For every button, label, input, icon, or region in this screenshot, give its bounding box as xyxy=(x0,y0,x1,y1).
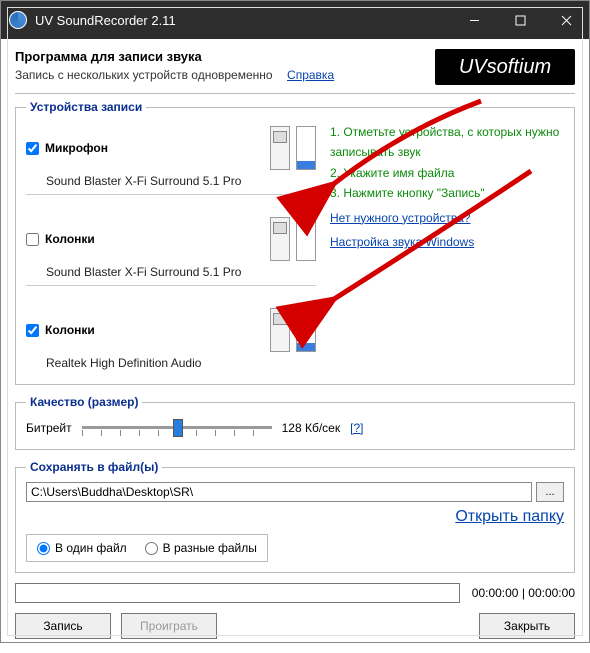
windows-sound-link[interactable]: Настройка звука Windows xyxy=(330,232,564,252)
bitrate-value: 128 Кб/сек xyxy=(282,421,340,435)
save-mode-many[interactable]: В разные файлы xyxy=(145,541,257,555)
bitrate-slider[interactable] xyxy=(82,417,272,439)
device-level-meter xyxy=(296,308,316,352)
bitrate-help-link[interactable]: [?] xyxy=(350,421,363,435)
tip-1: 1. Отметьте устройства, с которых нужно … xyxy=(330,122,564,163)
device-sub: Realtek High Definition Audio xyxy=(46,356,316,370)
device-sub: Sound Blaster X-Fi Surround 5.1 Pro xyxy=(46,265,316,279)
devices-group: Устройства записи Микрофон Sound Blaster … xyxy=(15,100,575,385)
device-volume-slider[interactable] xyxy=(270,126,290,170)
device-volume-slider[interactable] xyxy=(270,308,290,352)
devices-legend: Устройства записи xyxy=(26,100,146,114)
device-checkbox[interactable] xyxy=(26,142,39,155)
save-path-input[interactable] xyxy=(26,482,532,502)
browse-button[interactable]: ... xyxy=(536,482,564,502)
tip-3: 3. Нажмите кнопку "Запись" xyxy=(330,183,564,203)
save-group: Сохранять в файл(ы) ... Открыть папку В … xyxy=(15,460,575,573)
device-sub: Sound Blaster X-Fi Surround 5.1 Pro xyxy=(46,174,316,188)
device-name: Колонки xyxy=(45,323,95,337)
save-legend: Сохранять в файл(ы) xyxy=(26,460,162,474)
device-name: Колонки xyxy=(45,232,95,246)
missing-device-link[interactable]: Нет нужного устройства? xyxy=(330,208,564,228)
quality-legend: Качество (размер) xyxy=(26,395,142,409)
device-level-meter xyxy=(296,217,316,261)
bitrate-label: Битрейт xyxy=(26,421,72,435)
tip-2: 2. Укажите имя файла xyxy=(330,163,564,183)
device-level-meter xyxy=(296,126,316,170)
open-folder-link[interactable]: Открыть папку xyxy=(455,508,564,525)
device-checkbox[interactable] xyxy=(26,233,39,246)
save-mode-one[interactable]: В один файл xyxy=(37,541,127,555)
device-checkbox[interactable] xyxy=(26,324,39,337)
device-volume-slider[interactable] xyxy=(270,217,290,261)
save-mode-group: В один файл В разные файлы xyxy=(26,534,268,562)
quality-group: Качество (размер) Битрейт 128 Кб/сек [?] xyxy=(15,395,575,450)
device-name: Микрофон xyxy=(45,141,108,155)
